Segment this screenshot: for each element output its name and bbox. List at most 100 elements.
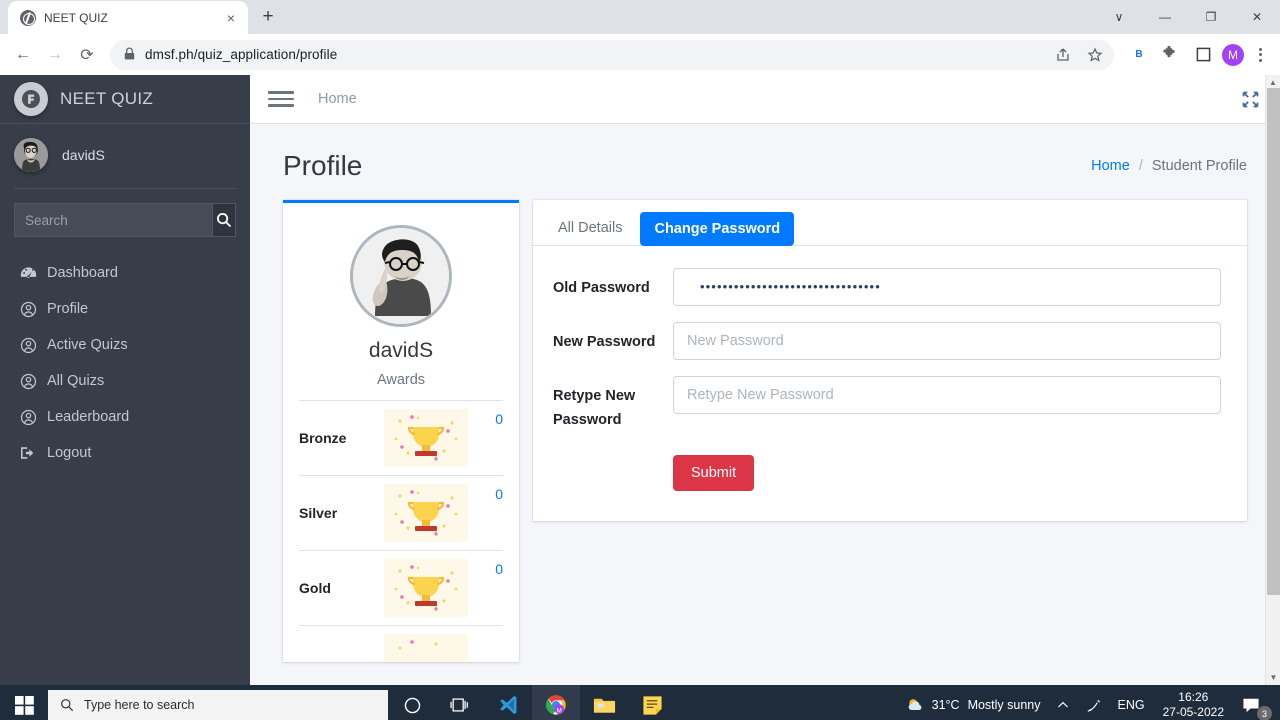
- sidebar-item-logout[interactable]: Logout: [0, 435, 250, 471]
- tab-all-details[interactable]: All Details: [544, 211, 636, 245]
- card-tabs: All Details Change Password: [533, 200, 1247, 246]
- breadcrumb-current: Student Profile: [1151, 158, 1247, 174]
- sidepanel-icon[interactable]: [1188, 40, 1218, 70]
- browser-toolbar: ← → ⟳ dmsf.ph/quiz_application/profile B: [0, 34, 1280, 75]
- minimize-button[interactable]: —: [1142, 0, 1188, 34]
- maximize-button[interactable]: ❐: [1188, 0, 1234, 34]
- close-window-button[interactable]: ✕: [1234, 0, 1280, 34]
- old-password-field-wrap: ••••••••••••••••••••••••••••••••: [673, 268, 1221, 306]
- submit-button[interactable]: Submit: [673, 454, 755, 491]
- sidebar-nav: Dashboard Profile Active Quizs All Quizs: [0, 247, 250, 471]
- new-password-field-wrap: [673, 322, 1221, 360]
- bookmark-star-icon[interactable]: [1080, 40, 1110, 70]
- notification-center-icon[interactable]: 3: [1234, 685, 1274, 720]
- brand-name: NEET QUIZ: [60, 89, 154, 108]
- search-icon[interactable]: [212, 203, 236, 237]
- share-icon[interactable]: [1048, 40, 1078, 70]
- old-password-value: ••••••••••••••••••••••••••••••••: [700, 279, 881, 294]
- app-sidebar: NEET QUIZ davidS Search Dashboard Profil…: [0, 75, 250, 685]
- breadcrumb-home[interactable]: Home: [1091, 158, 1130, 174]
- file-explorer-icon[interactable]: [580, 685, 628, 720]
- sticky-notes-icon[interactable]: [628, 685, 676, 720]
- change-password-card: All Details Change Password Old Password…: [533, 200, 1247, 521]
- award-image: [371, 559, 481, 617]
- sidebar-user-name: davidS: [62, 147, 105, 163]
- search-input[interactable]: [14, 203, 212, 237]
- profile-card: davidS Awards Bronze 0 Silver 0 Gold 0: [283, 200, 519, 662]
- address-bar[interactable]: dmsf.ph/quiz_application/profile: [110, 39, 1114, 70]
- omnibox-actions: [1048, 40, 1110, 70]
- sidebar-item-label: All Quizs: [47, 373, 105, 389]
- profile-card-body: davidS Awards Bronze 0 Silver 0 Gold 0: [283, 203, 519, 662]
- user-circle-icon: [18, 407, 38, 427]
- taskbar-search[interactable]: Type here to search: [48, 690, 388, 720]
- tab-title: NEET QUIZ: [44, 10, 108, 25]
- brand-header[interactable]: NEET QUIZ: [0, 75, 250, 124]
- award-name: Silver: [299, 505, 338, 521]
- weather-widget[interactable]: 31°C Mostly sunny: [898, 685, 1049, 720]
- system-tray: 31°C Mostly sunny ENG 16:26 27-05-2022 3: [898, 685, 1280, 720]
- new-tab-button[interactable]: +: [254, 3, 282, 31]
- hamburger-menu-icon[interactable]: [268, 91, 294, 107]
- award-image: [371, 409, 481, 467]
- forward-icon[interactable]: →: [40, 40, 70, 70]
- sidebar-item-label: Active Quizs: [47, 337, 128, 353]
- lock-icon: [124, 47, 135, 63]
- clock-date: 27-05-2022: [1162, 705, 1224, 719]
- browser-tab[interactable]: NEET QUIZ ×: [8, 1, 248, 34]
- page-scrollbar[interactable]: ▲ ▼: [1265, 75, 1280, 685]
- scrollbar-thumb[interactable]: [1267, 88, 1280, 595]
- profile-avatar[interactable]: M: [1222, 43, 1244, 66]
- profile-name: davidS: [368, 339, 434, 362]
- sidebar-item-profile[interactable]: Profile: [0, 291, 250, 327]
- back-icon[interactable]: ←: [8, 40, 38, 70]
- chevron-down-icon[interactable]: ∨: [1096, 0, 1142, 34]
- cortana-icon[interactable]: [388, 685, 436, 720]
- logout-icon: [18, 443, 38, 463]
- show-hidden-icons-chevron[interactable]: [1049, 685, 1077, 720]
- new-password-input[interactable]: [673, 322, 1221, 360]
- sidebar-item-label: Profile: [47, 301, 89, 317]
- chrome-icon[interactable]: M: [532, 685, 580, 720]
- sidebar-item-all-quizs[interactable]: All Quizs: [0, 363, 250, 399]
- taskbar-search-placeholder: Type here to search: [84, 698, 195, 712]
- puzzle-extensions-icon[interactable]: [1154, 40, 1184, 70]
- sidebar-item-active-quizs[interactable]: Active Quizs: [0, 327, 250, 363]
- award-count: 0: [495, 486, 503, 502]
- extension-strip: B M: [1122, 40, 1272, 70]
- breadcrumb-separator: /: [1138, 158, 1143, 174]
- main-content: Home Profile Home / Student Profile davi…: [250, 75, 1280, 685]
- weather-temp: 31°C: [931, 698, 960, 712]
- pen-network-icon[interactable]: [1077, 685, 1110, 720]
- clock[interactable]: 16:26 27-05-2022: [1153, 690, 1234, 720]
- browser-menu-icon[interactable]: [1248, 47, 1272, 62]
- retype-password-input[interactable]: [673, 376, 1221, 414]
- page-title: Profile: [283, 150, 363, 181]
- tab-change-password[interactable]: Change Password: [640, 211, 795, 246]
- award-count: 0: [495, 561, 503, 577]
- b-extension-icon[interactable]: B: [1128, 49, 1150, 60]
- sidebar-item-leaderboard[interactable]: Leaderboard: [0, 399, 250, 435]
- trophy-icon: [384, 634, 468, 662]
- sidebar-search: [0, 189, 250, 247]
- svg-text:M: M: [557, 707, 562, 714]
- new-password-label: New Password: [553, 334, 656, 350]
- task-view-icon[interactable]: [436, 685, 484, 720]
- award-image: [371, 484, 481, 542]
- user-circle-icon: [18, 371, 38, 391]
- award-count: [481, 634, 503, 636]
- sidebar-user[interactable]: davidS: [0, 124, 250, 188]
- topnav-home-link[interactable]: Home: [318, 91, 357, 107]
- reload-icon[interactable]: ⟳: [72, 40, 102, 70]
- sidebar-item-dashboard[interactable]: Dashboard: [0, 255, 250, 291]
- scroll-down-arrow-icon[interactable]: ▼: [1266, 670, 1280, 685]
- language-indicator[interactable]: ENG: [1110, 685, 1153, 720]
- start-button[interactable]: [0, 685, 48, 720]
- form-row-new-password: New Password: [553, 322, 1221, 360]
- close-icon[interactable]: ×: [222, 9, 240, 27]
- vscode-icon[interactable]: [484, 685, 532, 720]
- clock-time: 16:26: [1178, 690, 1209, 704]
- old-password-input[interactable]: ••••••••••••••••••••••••••••••••: [673, 268, 1221, 306]
- fullscreen-expand-icon[interactable]: [1241, 90, 1260, 109]
- avatar: [14, 138, 48, 172]
